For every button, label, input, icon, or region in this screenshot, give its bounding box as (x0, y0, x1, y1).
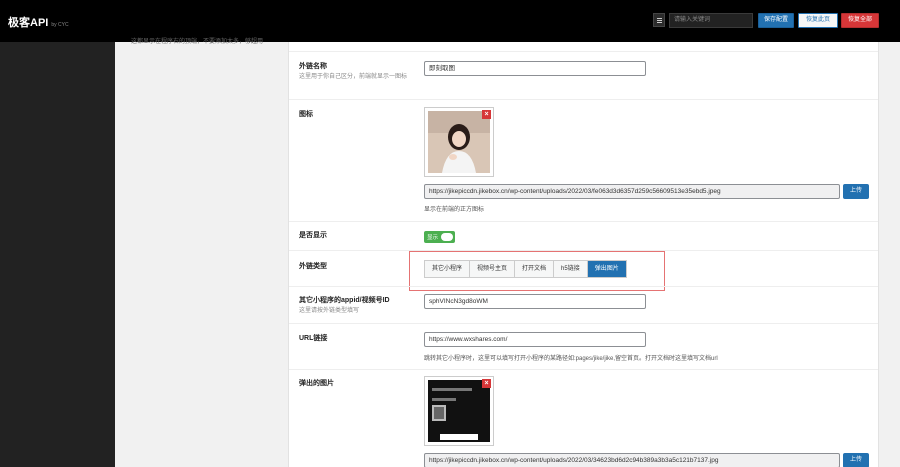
icon-label: 图标 (299, 111, 313, 118)
show-toggle[interactable]: 显示 (424, 231, 455, 243)
popup-image (428, 380, 490, 442)
link-type-option[interactable]: 视频号主页 (470, 261, 516, 277)
search-input[interactable]: 请输入关键词 (669, 13, 753, 28)
link-name-label: 外链名称 (299, 63, 327, 70)
brand-title: 极客API (8, 17, 49, 29)
link-type-selector: 其它小程序 视频号主页 打开文档 h5链接 弹出图片 (424, 260, 627, 278)
link-type-option[interactable]: 打开文档 (515, 261, 555, 277)
link-type-option[interactable]: 其它小程序 (425, 261, 471, 277)
icon-note: 显示在前端的正方图标 (424, 207, 485, 213)
remove-icon-button[interactable]: × (482, 110, 491, 119)
reset-page-button[interactable]: 恢复此页 (798, 13, 838, 28)
row-divider (289, 369, 878, 370)
row-divider (289, 99, 878, 100)
row-divider (289, 221, 878, 222)
popup-image-upload-button[interactable]: 上传 (843, 453, 869, 467)
show-toggle-text: 显示 (427, 235, 439, 241)
popup-image-label: 弹出的图片 (299, 380, 334, 387)
scroll-gutter (878, 42, 900, 467)
remove-popup-image-button[interactable]: × (482, 379, 491, 388)
top-bar: 极客API by CYC 请输入关键词 保存配置 恢复此页 恢复全部 (0, 0, 900, 42)
icon-url-input[interactable]: https://jikepiccdn.jikebox.cn/wp-content… (424, 184, 840, 199)
icon-preview: × (424, 107, 494, 177)
row-divider (289, 51, 878, 52)
toggle-knob (441, 233, 453, 241)
url-link-input[interactable]: https://www.wxshares.com/ (424, 332, 646, 347)
row-divider (289, 323, 878, 324)
appid-input[interactable]: sphVINcN3gd8oWM (424, 294, 646, 309)
link-type-option[interactable]: h5链接 (554, 261, 588, 277)
link-name-desc: 这里用于你自己区分，前端就显示一图标 (299, 74, 408, 80)
save-config-button[interactable]: 保存配置 (758, 13, 794, 28)
section-description: 这都显示在程序右的顶端，不要添加太多，够超用 (131, 39, 264, 45)
icon-image (428, 111, 490, 173)
show-label: 是否显示 (299, 232, 327, 239)
admin-sidebar (0, 42, 115, 467)
link-type-label: 外链类型 (299, 263, 327, 270)
popup-image-url-input[interactable]: https://jikepiccdn.jikebox.cn/wp-content… (424, 453, 840, 467)
link-type-option-selected[interactable]: 弹出图片 (587, 261, 626, 277)
appid-label: 其它小程序的appid/视频号ID (299, 297, 390, 304)
url-link-label: URL链接 (299, 335, 328, 342)
reset-all-button[interactable]: 恢复全部 (841, 13, 879, 28)
row-divider (289, 286, 878, 287)
appid-desc: 这里请按外链类型填写 (299, 308, 360, 314)
list-icon[interactable] (653, 13, 665, 27)
url-link-note: 跳转其它小程序时，这里可以填写打开小程序的某路径如:pages/jike/jik… (424, 356, 718, 362)
popup-image-preview: × (424, 376, 494, 446)
brand-by: by CYC (51, 22, 69, 28)
brand-logo[interactable]: 极客API by CYC (8, 14, 69, 30)
section-sidebar (115, 42, 289, 467)
link-name-input[interactable]: 即刻取图 (424, 61, 646, 76)
icon-upload-button[interactable]: 上传 (843, 184, 869, 199)
